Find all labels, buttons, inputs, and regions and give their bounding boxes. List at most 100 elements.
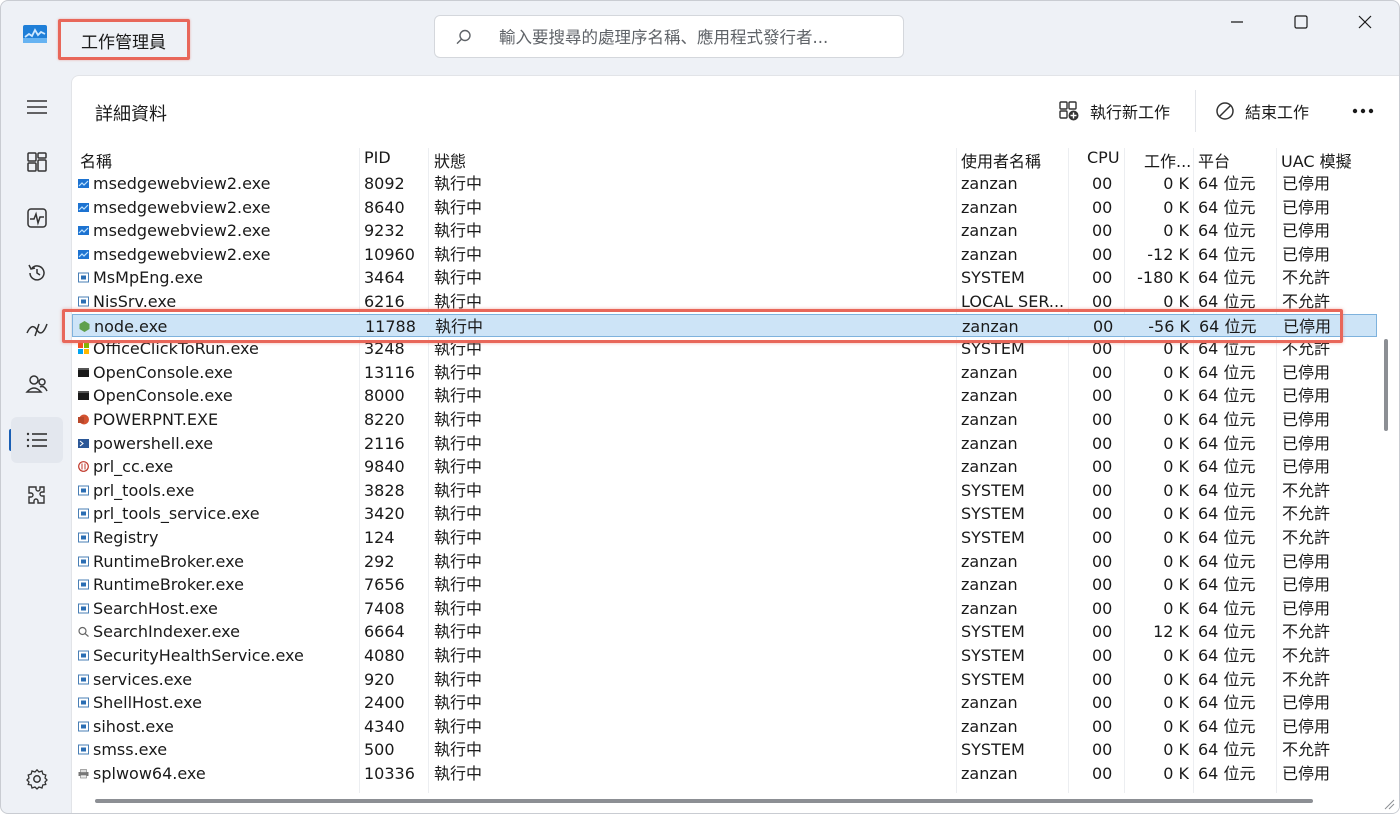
sidebar-item-details[interactable]: [11, 417, 63, 463]
table-row[interactable]: RuntimeBroker.exe 7656 執行中 zanzan 00 0 K 64 位元…: [72, 573, 1377, 597]
cell-cpu: 00: [1092, 693, 1113, 713]
table-row[interactable]: msedgewebview2.exe 9232 執行中 zanzan 00 0 K 64 位…: [72, 219, 1377, 243]
gear-icon: [26, 768, 48, 790]
cell-status: 執行中: [434, 386, 483, 406]
vertical-scrollbar-thumb[interactable]: [1384, 339, 1388, 431]
table-row[interactable]: prl_tools.exe 3828 執行中 SYSTEM 00 0 K 64 位元 不允許: [72, 479, 1377, 503]
table-row[interactable]: POWERPNT.EXE 8220 執行中 zanzan 00 0 K 64 位元 已停用: [72, 408, 1377, 432]
cell-memory: 0 K: [1163, 575, 1189, 595]
end-task-icon: [1216, 102, 1234, 120]
table-row[interactable]: SecurityHealthService.exe 4080 執行中 SYSTEM 00…: [72, 644, 1377, 668]
sidebar-item-performance[interactable]: [11, 195, 63, 241]
column-header-memory[interactable]: 工作...: [1144, 148, 1194, 172]
cell-platform: 64 位元: [1198, 339, 1256, 359]
end-task-button[interactable]: 結束工作: [1215, 94, 1309, 128]
cell-user: SYSTEM: [961, 339, 1025, 359]
table-row[interactable]: OfficeClickToRun.exe 3248 執行中 SYSTEM 00 0 K 64…: [72, 337, 1377, 361]
table-row[interactable]: msedgewebview2.exe 8640 執行中 zanzan 00 0 K 64 位…: [72, 196, 1377, 220]
table-row[interactable]: prl_tools_service.exe 3420 執行中 SYSTEM 00 0 K 6…: [72, 502, 1377, 526]
table-row[interactable]: Registry 124 執行中 SYSTEM 00 0 K 64 位元 不允許: [72, 526, 1377, 550]
cell-name: SearchIndexer.exe: [93, 622, 240, 642]
cell-user: zanzan: [961, 575, 1018, 595]
cell-user: SYSTEM: [961, 268, 1025, 288]
cell-platform: 64 位元: [1198, 174, 1256, 193]
search-box[interactable]: [434, 15, 904, 58]
sidebar-item-app-history[interactable]: [11, 250, 63, 296]
close-icon: [1358, 15, 1372, 29]
minimize-button[interactable]: [1204, 1, 1270, 43]
table-row[interactable]: prl_cc.exe 9840 執行中 zanzan 00 0 K 64 位元 已停用: [72, 455, 1377, 479]
cell-pid: 292: [364, 551, 395, 571]
sidebar-item-startup-apps[interactable]: [11, 306, 63, 352]
cell-cpu: 00: [1092, 292, 1113, 311]
cell-name: prl_cc.exe: [93, 457, 174, 477]
table-row[interactable]: msedgewebview2.exe 8092 執行中 zanzan 00 0 K 64 位…: [72, 172, 1377, 196]
close-button[interactable]: [1332, 1, 1398, 43]
cell-cpu: 00: [1092, 221, 1113, 241]
cell-uac: 不允許: [1282, 646, 1331, 665]
column-header-pid[interactable]: PID: [364, 148, 424, 172]
cell-uac: 不允許: [1282, 268, 1331, 288]
cell-cpu: 00: [1092, 386, 1113, 406]
table-row[interactable]: RuntimeBroker.exe 292 執行中 zanzan 00 0 K 64 位元 已…: [72, 550, 1377, 574]
column-header-status[interactable]: 狀態: [434, 148, 934, 172]
sidebar-item-processes[interactable]: [11, 139, 63, 185]
cell-user: zanzan: [961, 598, 1018, 618]
table-row[interactable]: ShellHost.exe 2400 執行中 zanzan 00 0 K 64 位元 已停用: [72, 691, 1377, 715]
column-header-uac[interactable]: UAC 模擬: [1281, 148, 1381, 172]
hamburger-menu-icon: [27, 100, 47, 114]
table-row[interactable]: msedgewebview2.exe 10960 執行中 zanzan 00 -12 K 6…: [72, 243, 1377, 267]
column-header-platform[interactable]: 平台: [1198, 148, 1268, 172]
more-options-icon: [1352, 108, 1374, 114]
settings-button[interactable]: [11, 756, 63, 802]
cell-cpu: 00: [1092, 764, 1113, 783]
table-row[interactable]: powershell.exe 2116 執行中 zanzan 00 0 K 64 位元 已停用: [72, 432, 1377, 456]
table-row[interactable]: SearchHost.exe 7408 執行中 zanzan 00 0 K 64 位元 已停用: [72, 597, 1377, 621]
resize-grip-icon[interactable]: [1381, 796, 1395, 810]
cell-memory: 0 K: [1163, 386, 1189, 406]
sidebar-item-users[interactable]: [11, 361, 63, 407]
table-row[interactable]: splwow64.exe 10336 執行中 zanzan 00 0 K 64 位元 已停用: [72, 762, 1377, 786]
search-input[interactable]: [499, 24, 889, 50]
cell-name: OpenConsole.exe: [93, 362, 233, 382]
table-row[interactable]: MsMpEng.exe 3464 執行中 SYSTEM 00 -180 K 64 位元 不允許: [72, 266, 1377, 290]
cell-pid: 9840: [364, 457, 405, 477]
cell-uac: 不允許: [1282, 622, 1331, 642]
cell-memory: 0 K: [1163, 693, 1189, 713]
table-row[interactable]: OpenConsole.exe 13116 執行中 zanzan 00 0 K 64 位元 已…: [72, 361, 1377, 385]
cell-name: MsMpEng.exe: [93, 268, 203, 288]
table-row[interactable]: smss.exe 500 執行中 SYSTEM 00 0 K 64 位元 不允許: [72, 738, 1377, 762]
cell-status: 執行中: [434, 693, 483, 713]
table-row[interactable]: OpenConsole.exe 8000 執行中 zanzan 00 0 K 64 位元 已停…: [72, 384, 1377, 408]
cell-user: zanzan: [961, 410, 1018, 429]
cell-cpu: 00: [1092, 716, 1113, 736]
cell-status: 執行中: [434, 528, 483, 547]
column-header-user[interactable]: 使用者名稱: [961, 148, 1061, 172]
run-new-task-button[interactable]: 執行新工作: [1058, 94, 1170, 128]
cell-status: 執行中: [434, 221, 483, 241]
column-header-cpu[interactable]: CPU: [1087, 148, 1127, 172]
cell-platform: 64 位元: [1198, 693, 1256, 713]
table-row[interactable]: sihost.exe 4340 執行中 zanzan 00 0 K 64 位元 已停用: [72, 715, 1377, 739]
cell-cpu: 00: [1092, 197, 1113, 217]
cell-platform: 64 位元: [1198, 433, 1256, 453]
cell-memory: 0 K: [1163, 669, 1189, 689]
maximize-button[interactable]: [1268, 1, 1334, 43]
sidebar-item-services[interactable]: [11, 472, 63, 518]
table-row[interactable]: services.exe 920 執行中 SYSTEM 00 0 K 64 位元 不允許: [72, 668, 1377, 692]
cell-pid: 2116: [364, 433, 405, 453]
table-row[interactable]: NisSrv.exe 6216 執行中 LOCAL SER... 00 0 K 64 位元 不…: [72, 290, 1377, 314]
table-row[interactable]: SearchIndexer.exe 6664 執行中 SYSTEM 00 12 K 64 位…: [72, 620, 1377, 644]
table-row-selected[interactable]: node.exe 11788 執行中 zanzan 00 -56 K 64 位元 已停用: [72, 313, 1377, 338]
cell-pid: 11788: [365, 316, 416, 336]
cell-user: SYSTEM: [961, 669, 1025, 689]
hamburger-menu-button[interactable]: [11, 84, 63, 130]
cell-status: 執行中: [434, 362, 483, 382]
cell-pid: 8000: [364, 386, 405, 406]
cell-status: 執行中: [434, 551, 483, 571]
cell-name: powershell.exe: [93, 433, 214, 453]
more-options-button[interactable]: [1342, 94, 1384, 128]
horizontal-scrollbar-thumb[interactable]: [95, 799, 1313, 803]
cell-pid: 4340: [364, 716, 405, 736]
cell-user: SYSTEM: [961, 740, 1025, 760]
